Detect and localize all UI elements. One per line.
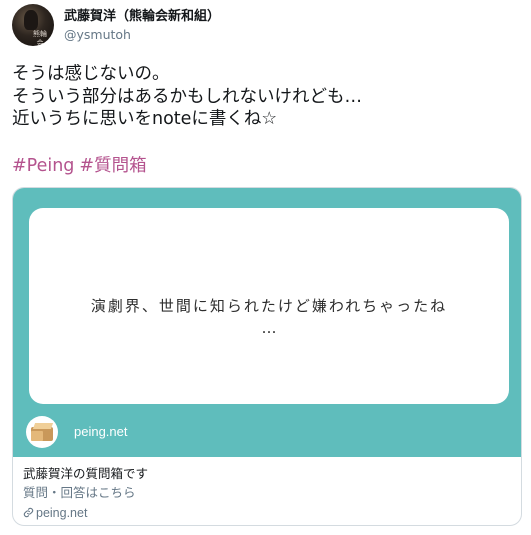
card-description: 質問・回答はこちら [23,486,136,500]
author-avatar[interactable]: 熊輪会 [12,4,54,46]
question-box: 演劇界、世間に知られたけど嫌われちゃったね … [29,208,509,404]
hashtag-question-box[interactable]: #質問箱 [79,156,146,176]
card-url[interactable]: peing.net [36,506,87,520]
question-ellipsis: … [261,319,277,337]
tweet-hashtags: #Peing #質問箱 [12,155,147,177]
author-display-name[interactable]: 武藤賀洋（熊輪会新和組） [64,9,220,25]
tweet-line: 近いうちに思いをnoteに書くね☆ [12,109,278,129]
tweet-line: そういう部分はあるかもしれないけれども… [12,86,362,107]
question-text: 演劇界、世間に知られたけど嫌われちゃったね [90,297,448,315]
author-handle[interactable]: @ysmutoh [64,27,220,43]
link-card[interactable]: 演劇界、世間に知られたけど嫌われちゃったね … peing.net 武藤賀洋の質… [12,187,522,526]
link-icon [23,505,34,522]
box-lid [32,423,54,429]
avatar-caption: 熊輪会 [33,30,47,46]
tweet-line: そうは感じないの。 [12,64,170,84]
author-info: 武藤賀洋（熊輪会新和組） @ysmutoh [64,9,220,43]
card-title: 武藤賀洋の質問箱です [23,467,149,481]
avatar-figure [24,10,38,30]
card-meta: 武藤賀洋の質問箱です 質問・回答はこちら peing.net [23,466,513,522]
card-site-name: peing.net [74,424,128,439]
cardboard-box-icon [26,416,58,448]
tweet-text: そうは感じないの。 そういう部分はあるかもしれないけれども… 近いうちに思いをn… [12,63,522,131]
card-image[interactable]: 演劇界、世間に知られたけど嫌われちゃったね … peing.net [13,188,521,457]
box-front [31,431,43,441]
card-url-row: peing.net [23,505,513,522]
hashtag-peing[interactable]: #Peing [12,156,74,176]
